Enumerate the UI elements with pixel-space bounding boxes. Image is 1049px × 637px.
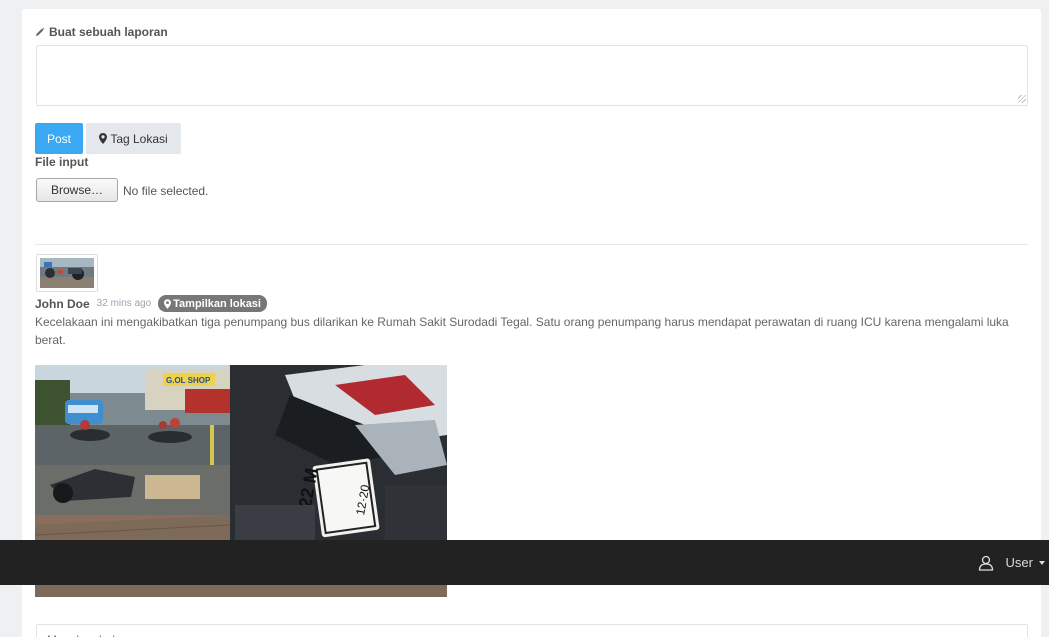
post-author[interactable]: John Doe [35, 297, 90, 311]
map-marker-icon [99, 133, 108, 144]
user-menu[interactable]: User [978, 540, 1045, 585]
browse-button[interactable]: Browse… [36, 178, 118, 202]
user-icon [978, 555, 993, 571]
caret-down-icon [1039, 560, 1045, 565]
bottom-navbar: User [0, 540, 1049, 585]
section-divider [35, 244, 1028, 245]
avatar-thumbnail-image [40, 258, 94, 288]
textarea-resize-grip[interactable] [1018, 95, 1026, 103]
show-location-label: Tampilkan lokasi [173, 297, 261, 310]
tag-location-button[interactable]: Tag Lokasi [86, 123, 181, 154]
file-input-label: File input [35, 155, 89, 169]
reply-input[interactable] [36, 624, 1028, 637]
avatar[interactable] [36, 254, 98, 292]
post-header: John Doe 32 mins ago Tampilkan lokasi [35, 295, 267, 312]
map-marker-icon [164, 298, 172, 309]
shop-sign-text: G.OL SHOP [166, 376, 211, 385]
post-button[interactable]: Post [35, 123, 83, 154]
show-location-badge[interactable]: Tampilkan lokasi [158, 295, 267, 312]
report-textarea[interactable] [36, 45, 1028, 106]
report-form-label: Buat sebuah laporan [35, 25, 168, 39]
user-menu-label: User [1005, 555, 1033, 570]
pencil-icon [36, 27, 45, 36]
report-form-label-text: Buat sebuah laporan [49, 25, 168, 39]
post-timestamp: 32 mins ago [96, 298, 152, 309]
post-body: Kecelakaan ini mengakibatkan tiga penump… [35, 315, 1009, 347]
tag-location-label: Tag Lokasi [110, 131, 168, 146]
file-status-text: No file selected. [123, 184, 209, 198]
